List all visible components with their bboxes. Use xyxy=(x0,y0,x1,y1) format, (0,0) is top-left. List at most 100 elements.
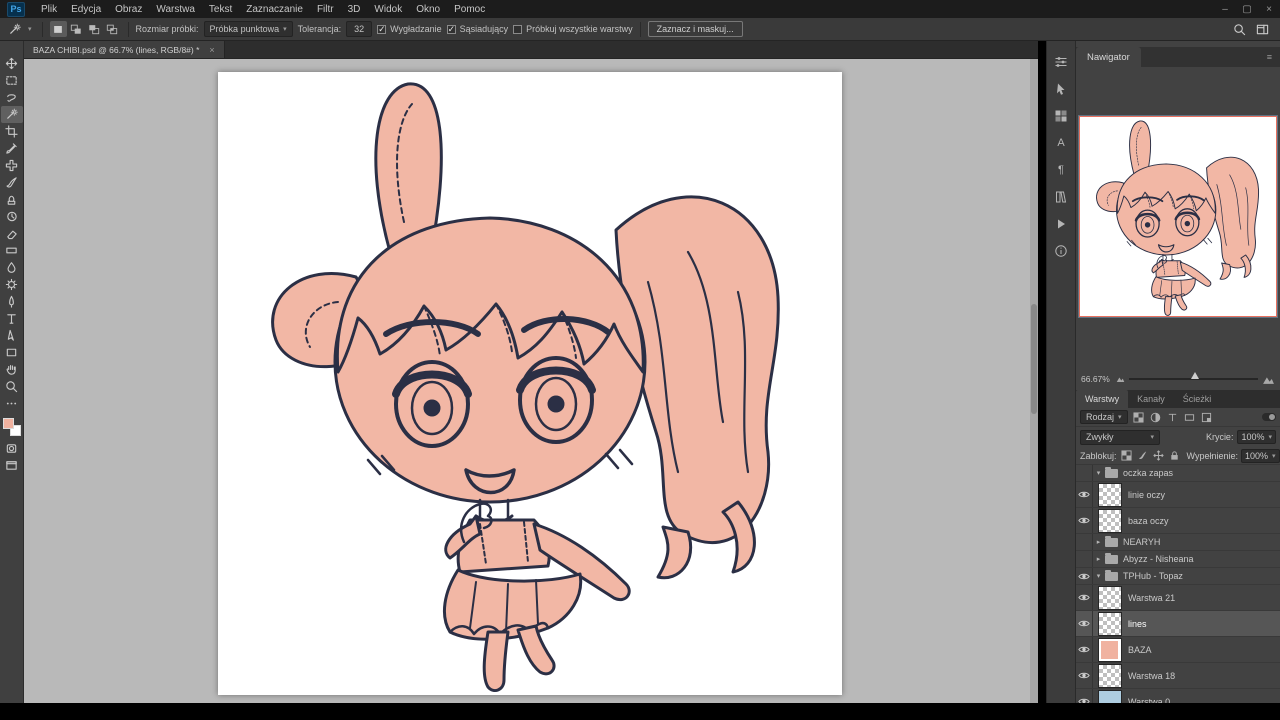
visibility-toggle[interactable] xyxy=(1076,551,1093,567)
zoom-value[interactable]: 66.67% xyxy=(1081,374,1110,384)
spot-healing-brush-tool[interactable] xyxy=(1,157,23,174)
filter-shape-layers-icon[interactable] xyxy=(1183,411,1196,424)
filter-type-layers-icon[interactable] xyxy=(1166,411,1179,424)
color-panel-icon[interactable] xyxy=(1052,53,1070,71)
layer-row[interactable]: BAZA xyxy=(1076,637,1280,663)
info-panel-icon[interactable] xyxy=(1052,242,1070,260)
sample-size-dropdown[interactable]: Próbka punktowa xyxy=(204,21,293,37)
filter-type-dropdown[interactable]: Rodzaj xyxy=(1080,410,1128,424)
intersect-selection-button[interactable] xyxy=(104,21,121,37)
layer-thumbnail[interactable] xyxy=(1098,612,1122,636)
edit-toolbar-button[interactable] xyxy=(1,395,23,412)
tool-preset-dropdown[interactable] xyxy=(5,23,35,36)
layer-row[interactable]: Warstwa 21 xyxy=(1076,585,1280,611)
menu-warstwa[interactable]: Warstwa xyxy=(149,0,202,18)
lock-all-icon[interactable] xyxy=(1168,449,1181,462)
menu-zaznaczanie[interactable]: Zaznaczanie xyxy=(239,0,310,18)
visibility-toggle[interactable] xyxy=(1076,663,1093,688)
lock-transparency-icon[interactable] xyxy=(1120,449,1133,462)
filter-pixel-layers-icon[interactable] xyxy=(1132,411,1145,424)
visibility-toggle[interactable] xyxy=(1076,482,1093,507)
tab-kanaly[interactable]: Kanały xyxy=(1128,390,1174,408)
canvas-vertical-scrollbar[interactable] xyxy=(1030,59,1038,703)
subtract-from-selection-button[interactable] xyxy=(86,21,103,37)
antialias-checkbox[interactable]: Wygładzanie xyxy=(377,24,441,34)
new-selection-button[interactable] xyxy=(50,21,67,37)
blur-tool[interactable] xyxy=(1,259,23,276)
zoom-tool[interactable] xyxy=(1,378,23,395)
history-brush-tool[interactable] xyxy=(1,208,23,225)
eyedropper-tool[interactable] xyxy=(1,140,23,157)
quick-mask-button[interactable] xyxy=(1,440,23,457)
opacity-value[interactable]: 100% xyxy=(1237,430,1276,444)
zoom-in-icon[interactable] xyxy=(1262,374,1275,385)
expand-arrow-icon[interactable] xyxy=(1093,538,1104,546)
pen-tool[interactable] xyxy=(1,293,23,310)
crop-tool[interactable] xyxy=(1,123,23,140)
layer-thumbnail[interactable] xyxy=(1098,509,1122,533)
color-swatches[interactable] xyxy=(3,418,21,436)
type-tool[interactable] xyxy=(1,310,23,327)
maximize-button[interactable]: ▢ xyxy=(1236,0,1258,18)
contiguous-checkbox[interactable]: Sąsiadujący xyxy=(447,24,509,34)
eraser-tool[interactable] xyxy=(1,225,23,242)
layer-group-row[interactable]: Abyzz - Nisheana xyxy=(1076,551,1280,568)
layer-thumbnail[interactable] xyxy=(1098,586,1122,610)
paragraph-panel-icon[interactable]: ¶ xyxy=(1052,161,1070,179)
panel-menu-icon[interactable]: ≡ xyxy=(1267,52,1280,62)
rectangle-tool[interactable] xyxy=(1,344,23,361)
layer-row[interactable]: linie oczy xyxy=(1076,482,1280,508)
actions-panel-icon[interactable] xyxy=(1052,215,1070,233)
navigator-preview[interactable] xyxy=(1078,115,1278,318)
layer-row-selected[interactable]: lines xyxy=(1076,611,1280,637)
screen-mode-button[interactable] xyxy=(1,457,23,474)
libraries-panel-icon[interactable] xyxy=(1052,188,1070,206)
brush-tool[interactable] xyxy=(1,174,23,191)
tab-warstwy[interactable]: Warstwy xyxy=(1076,390,1128,408)
menu-3d[interactable]: 3D xyxy=(341,0,368,18)
menu-obraz[interactable]: Obraz xyxy=(108,0,149,18)
document-canvas[interactable] xyxy=(218,72,842,695)
layer-thumbnail[interactable] xyxy=(1098,690,1122,704)
close-button[interactable]: × xyxy=(1258,0,1280,18)
expand-arrow-icon[interactable] xyxy=(1093,555,1104,563)
tolerance-input[interactable]: 32 xyxy=(346,21,372,37)
fill-value[interactable]: 100% xyxy=(1241,449,1280,463)
rectangular-marquee-tool[interactable] xyxy=(1,72,23,89)
layer-group-row[interactable]: NEARYH xyxy=(1076,534,1280,551)
hand-tool[interactable] xyxy=(1,361,23,378)
lock-position-icon[interactable] xyxy=(1152,449,1165,462)
zoom-out-icon[interactable] xyxy=(1116,375,1125,383)
visibility-toggle[interactable] xyxy=(1076,689,1093,703)
menu-plik[interactable]: Plik xyxy=(34,0,64,18)
properties-panel-icon[interactable] xyxy=(1052,80,1070,98)
foreground-color-swatch[interactable] xyxy=(3,418,14,429)
filter-smart-objects-icon[interactable] xyxy=(1200,411,1213,424)
navigator-proxy-view-box[interactable] xyxy=(1079,116,1277,317)
visibility-toggle[interactable] xyxy=(1076,637,1093,662)
filter-toggle-switch[interactable] xyxy=(1262,413,1276,421)
visibility-toggle[interactable] xyxy=(1076,585,1093,610)
minimize-button[interactable]: – xyxy=(1214,0,1236,18)
dodge-tool[interactable] xyxy=(1,276,23,293)
clone-stamp-tool[interactable] xyxy=(1,191,23,208)
blend-mode-dropdown[interactable]: Zwykły xyxy=(1080,430,1160,445)
layer-row[interactable]: Warstwa 18 xyxy=(1076,663,1280,689)
sample-all-layers-checkbox[interactable]: Próbkuj wszystkie warstwy xyxy=(513,24,633,34)
search-icon[interactable] xyxy=(1233,23,1246,36)
zoom-slider-track[interactable] xyxy=(1129,378,1258,380)
menu-okno[interactable]: Okno xyxy=(409,0,447,18)
canvas-area[interactable] xyxy=(24,59,1038,703)
gradient-tool[interactable] xyxy=(1,242,23,259)
navigator-tab[interactable]: Nawigator xyxy=(1076,47,1141,67)
lasso-tool[interactable] xyxy=(1,89,23,106)
menu-tekst[interactable]: Tekst xyxy=(202,0,239,18)
visibility-toggle[interactable] xyxy=(1076,611,1093,636)
menu-edycja[interactable]: Edycja xyxy=(64,0,108,18)
layer-thumbnail[interactable] xyxy=(1098,483,1122,507)
expand-arrow-icon[interactable] xyxy=(1093,469,1104,477)
visibility-toggle[interactable] xyxy=(1076,465,1093,481)
tab-sciezki[interactable]: Ścieżki xyxy=(1174,390,1221,408)
layer-group-row[interactable]: oczka zapas xyxy=(1076,465,1280,482)
filter-adjustment-layers-icon[interactable] xyxy=(1149,411,1162,424)
